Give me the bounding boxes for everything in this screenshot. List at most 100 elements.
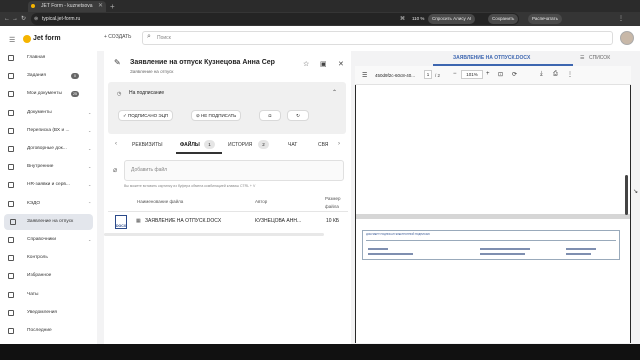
browser-tab-title: JET Form - kuznetsova: [41, 3, 93, 9]
reload-icon[interactable]: ↻: [21, 12, 26, 26]
chevron-down-icon[interactable]: ⌄: [88, 123, 91, 139]
sidebar-item[interactable]: КЭДО ⌃: [0, 196, 97, 212]
sidebar-item[interactable]: Заявление на отпуск: [4, 214, 93, 230]
chevron-down-icon[interactable]: ⌄: [88, 159, 91, 175]
sidebar-item[interactable]: Справочники ⌄: [0, 232, 97, 248]
sidebar-item[interactable]: HR-заявки и серв... ⌄: [0, 177, 97, 193]
sidebar-item[interactable]: Договорные док... ⌄: [0, 141, 97, 157]
more-icon[interactable]: ⋮: [567, 71, 573, 78]
tab-active-indicator: [176, 152, 222, 154]
sidebar-item[interactable]: Главная: [0, 50, 97, 66]
viewer-menu-icon[interactable]: ☰: [362, 72, 367, 79]
star-icon[interactable]: ☆: [303, 60, 309, 68]
sidebar-item-label: Главная: [27, 55, 46, 60]
sign-ecp-button[interactable]: ✓ ПОДПИСАНО ЭЦП: [118, 110, 174, 121]
tab-requisites[interactable]: РЕКВИЗИТЫ: [132, 142, 163, 148]
word-icon: ▦: [136, 218, 141, 224]
tab-chat[interactable]: ЧАТ: [288, 142, 297, 148]
forward-icon[interactable]: →: [12, 12, 18, 26]
chevron-up-icon[interactable]: ⌃: [332, 89, 337, 96]
refresh-button[interactable]: ↻: [287, 110, 309, 121]
menu-icon[interactable]: ☰: [9, 36, 15, 44]
sidebar-item[interactable]: Избранное: [0, 268, 97, 284]
chevron-down-icon[interactable]: ⌄: [88, 105, 91, 121]
translate-icon[interactable]: ⌘: [400, 12, 405, 26]
chevron-down-icon[interactable]: ⌄: [88, 177, 91, 193]
document-subtitle: Заявление на отпуск: [130, 69, 174, 74]
column-header-author[interactable]: Автор: [255, 199, 267, 204]
close-tab-icon[interactable]: ✕: [98, 1, 103, 12]
stamp-text-3: [480, 248, 530, 250]
save-page-chip[interactable]: Сохранить: [488, 14, 519, 24]
sidebar-item-icon: [8, 328, 14, 334]
viewer-zoom[interactable]: 101%: [461, 70, 483, 79]
table-row[interactable]: [108, 212, 348, 234]
sidebar-item-label: Контроль: [27, 255, 48, 260]
download-icon[interactable]: ⤓: [540, 71, 543, 78]
viewer-scrollbar[interactable]: [625, 175, 628, 215]
list-icon: ☰: [580, 55, 585, 61]
reject-button[interactable]: ⊘ НЕ ПОДПИСАТЬ: [191, 110, 242, 121]
zoom-out-icon[interactable]: −: [453, 71, 457, 77]
sidebar-item[interactable]: Последние: [0, 323, 97, 339]
signature-heading: ДОКУМЕНТ ПОДПИСАН ЭЛЕКТРОННОЙ ПОДПИСЬЮ: [366, 233, 430, 236]
tabs-prev-icon[interactable]: ‹: [115, 141, 117, 147]
zoom-indicator[interactable]: 110 %: [408, 14, 428, 24]
tab-preview-file[interactable]: ЗАЯВЛЕНИЕ НА ОТПУСК.DOCX: [453, 55, 530, 61]
chevron-down-icon[interactable]: ⌄: [88, 232, 91, 248]
file-name[interactable]: ЗАЯВЛЕНИЕ НА ОТПУСК.DOCX: [145, 218, 221, 224]
close-icon[interactable]: ✕: [338, 60, 344, 68]
sidebar-item[interactable]: Контроль: [0, 250, 97, 266]
camera-button[interactable]: ◘: [259, 110, 281, 121]
sidebar-item-label: Переписка (ВХ и ...: [27, 128, 70, 133]
sidebar-item[interactable]: Уведомления: [0, 305, 97, 321]
sidebar-item-label: Избранное: [27, 273, 52, 278]
horizontal-scrollbar[interactable]: [104, 233, 324, 236]
sidebar-item-icon: [8, 273, 14, 279]
sidebar-item-label: Чаты: [27, 292, 39, 297]
tab-history[interactable]: ИСТОРИЯ: [228, 142, 252, 148]
sidebar-item-label: Уведомления: [27, 310, 57, 315]
page-input[interactable]: 1: [424, 70, 432, 79]
tabs-next-icon[interactable]: ›: [338, 141, 340, 147]
search-input[interactable]: [142, 31, 613, 45]
camera-icon: ◘: [268, 113, 272, 118]
sidebar-item-badge: 0: [71, 73, 79, 79]
create-button[interactable]: + СОЗДАТЬ: [104, 34, 131, 40]
chevron-up-icon[interactable]: ⌃: [88, 196, 91, 212]
stamp-text-6: [566, 253, 591, 255]
resize-cursor-icon: ↘: [633, 189, 639, 195]
browser-menu-icon[interactable]: ⋮: [618, 12, 624, 26]
sidebar-item[interactable]: Документы ⌄: [0, 105, 97, 121]
new-tab-icon[interactable]: +: [110, 1, 115, 12]
chevron-down-icon[interactable]: ⌄: [88, 141, 91, 157]
attach-icon: ⌀: [113, 167, 118, 174]
browser-tab[interactable]: JET Form - kuznetsova: [28, 1, 106, 12]
ask-alice-chip[interactable]: Спросить Алису AI: [428, 14, 476, 24]
lock-icon: ⊜: [34, 16, 39, 22]
zoom-in-icon[interactable]: +: [486, 71, 490, 77]
save-icon[interactable]: ▣: [320, 60, 327, 68]
print-icon[interactable]: ⎙: [553, 71, 558, 78]
tab-links[interactable]: СВЯ: [318, 142, 328, 148]
print-chip[interactable]: Распечатать: [528, 14, 562, 24]
sidebar-item[interactable]: Чаты: [0, 287, 97, 303]
sidebar-item[interactable]: Внутренние ⌄: [0, 159, 97, 175]
sidebar-item[interactable]: Переписка (ВХ и ... ⌄: [0, 123, 97, 139]
add-file-placeholder: Добавить файл: [131, 167, 168, 173]
column-header-size[interactable]: Размер файла: [325, 195, 347, 211]
avatar[interactable]: [620, 31, 634, 45]
sidebar-item[interactable]: Мои документы 25: [0, 86, 97, 102]
sidebar-item[interactable]: Задания 0: [0, 68, 97, 84]
tab-history-count: 2: [258, 140, 269, 149]
column-header-name[interactable]: Наименование файла: [137, 199, 183, 204]
back-icon[interactable]: ←: [4, 12, 10, 26]
tab-files-count: 1: [204, 140, 215, 149]
clock-icon: ◷: [117, 91, 122, 97]
rotate-icon[interactable]: ⟳: [512, 71, 517, 78]
tab-files[interactable]: ФАЙЛЫ: [180, 142, 200, 148]
page-1: [356, 86, 630, 214]
tab-list[interactable]: СПИСОК: [589, 55, 610, 61]
fit-page-icon[interactable]: ⊡: [498, 71, 503, 78]
stamp-text-1: [368, 248, 388, 250]
